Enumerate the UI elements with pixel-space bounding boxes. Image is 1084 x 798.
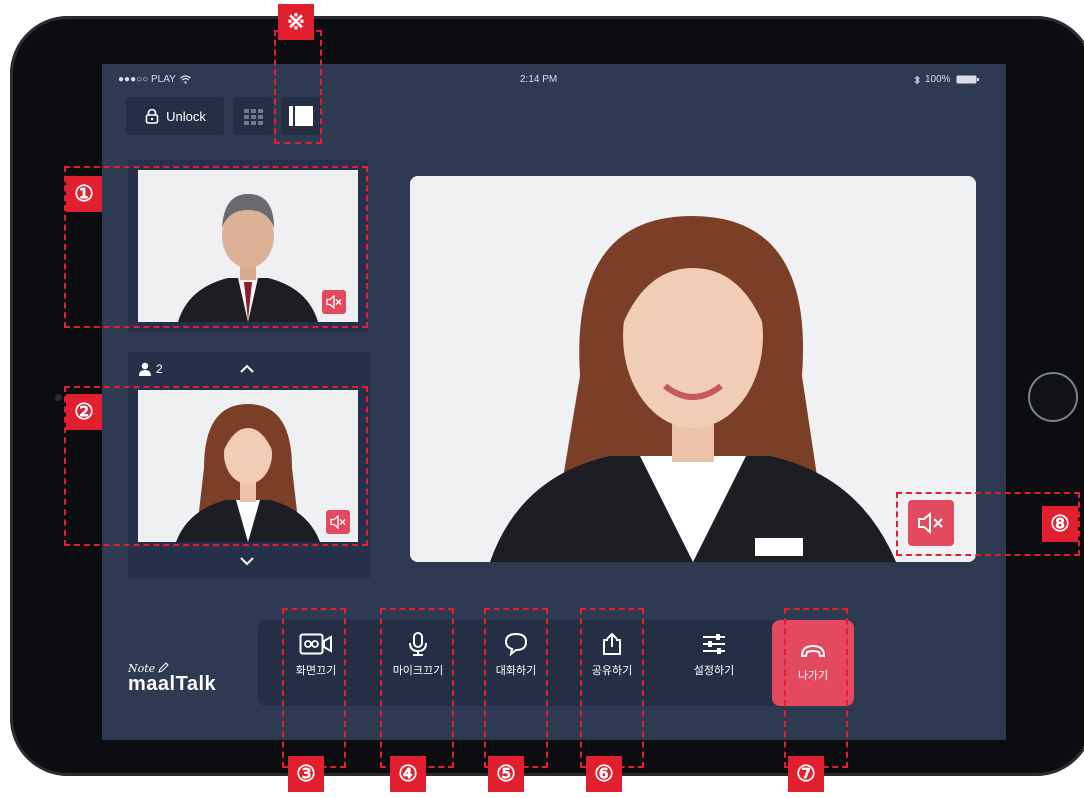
annotation-box-5: [484, 608, 548, 768]
logo-main-text: maalTalk: [128, 673, 217, 695]
wifi-icon: [179, 75, 191, 84]
annotation-marker-6: ⑥: [586, 756, 622, 792]
annotation-marker-1: ①: [66, 176, 102, 212]
annotation-marker-4: ④: [390, 756, 426, 792]
annotation-box-3: [282, 608, 346, 768]
annotation-marker-5: ⑤: [488, 756, 524, 792]
annotation-marker-note: ※: [278, 4, 314, 40]
annotation-box-7: [784, 608, 848, 768]
chevron-down-icon[interactable]: [239, 556, 255, 566]
annotation-box-2: [64, 386, 368, 546]
unlock-button[interactable]: Unlock: [126, 97, 224, 135]
bluetooth-icon: [914, 74, 920, 85]
settings-button[interactable]: 설정하기: [674, 632, 754, 696]
annotation-box-view-mode: [274, 30, 322, 144]
carrier-label: ●●●○○ PLAY: [118, 74, 176, 85]
home-button[interactable]: [1028, 372, 1078, 422]
camera-dot: [55, 394, 62, 401]
status-carrier: ●●●○○ PLAY: [118, 74, 191, 85]
participant-count: 2: [138, 362, 163, 376]
chevron-up-icon[interactable]: [239, 364, 255, 374]
main-speaker-avatar: [410, 176, 976, 562]
annotation-marker-2: ②: [66, 394, 102, 430]
annotation-marker-8: ⑧: [1042, 506, 1078, 542]
status-time: 2:14 PM: [520, 74, 558, 85]
app-logo: Note maalTalk: [128, 662, 216, 694]
annotation-box-1: [64, 166, 368, 328]
unlock-label: Unlock: [166, 108, 206, 124]
battery-icon: [956, 75, 979, 84]
lock-icon: [145, 108, 159, 124]
battery-percent: 100%: [925, 74, 951, 85]
participant-count-value: 2: [156, 362, 163, 376]
settings-sliders-icon: [703, 634, 725, 654]
grid-view-button[interactable]: [233, 97, 273, 135]
person-icon: [139, 362, 151, 376]
main-video[interactable]: [410, 176, 976, 562]
annotation-box-6: [580, 608, 644, 768]
settings-label: 설정하기: [693, 665, 735, 677]
status-battery: 100%: [914, 74, 980, 85]
annotation-box-4: [380, 608, 454, 768]
grid-view-icon: [244, 109, 263, 125]
annotation-marker-7: ⑦: [788, 756, 824, 792]
annotation-marker-3: ③: [288, 756, 324, 792]
